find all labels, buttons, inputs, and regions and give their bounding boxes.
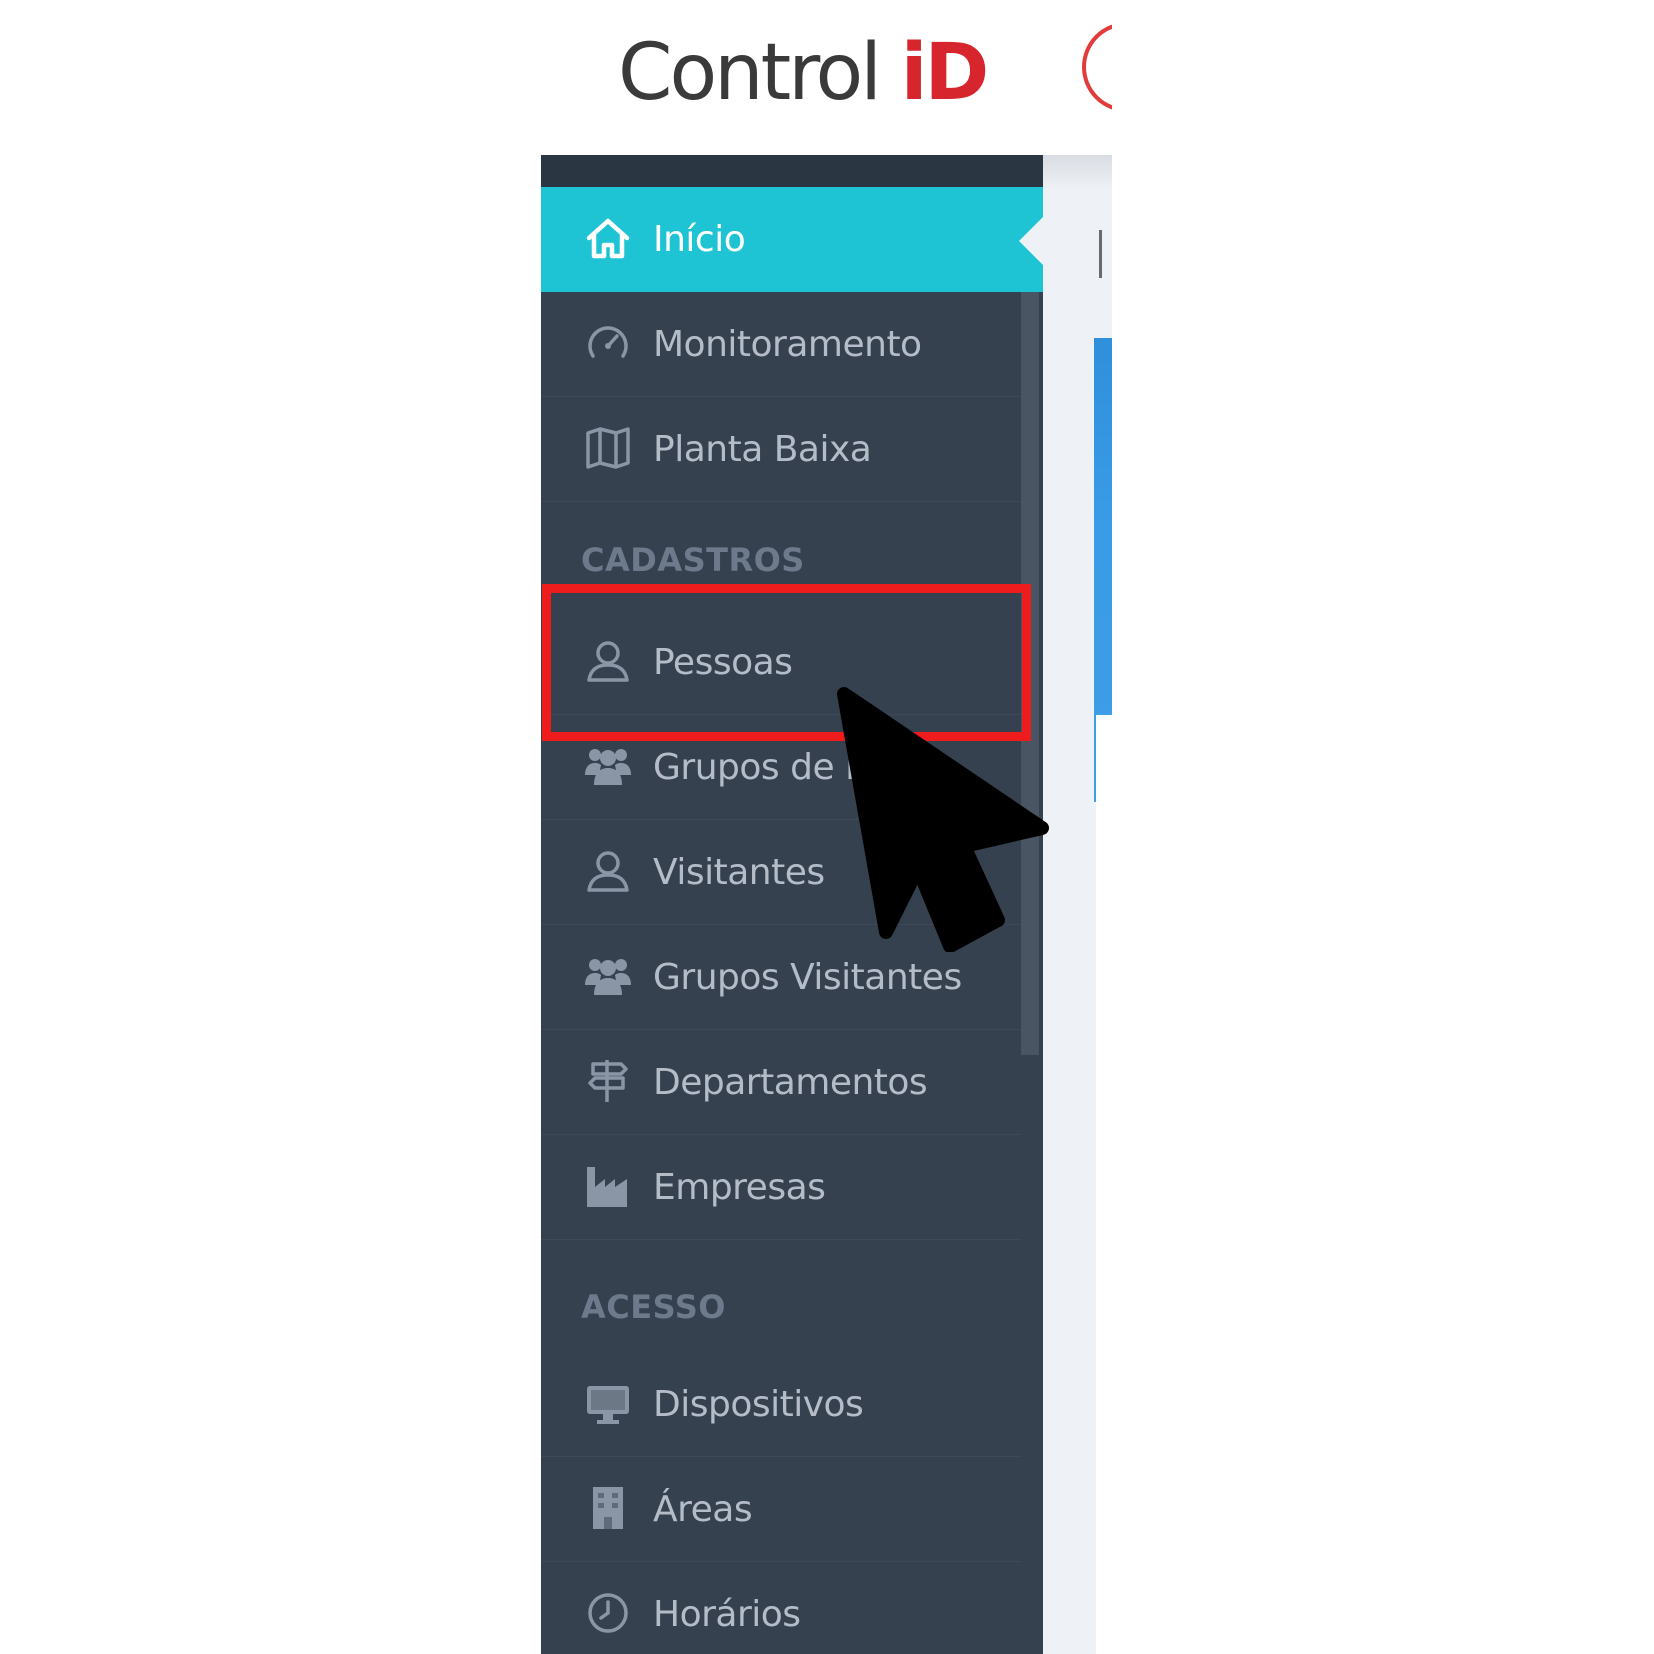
sidebar-item-areas[interactable]: Áreas: [541, 1457, 1021, 1562]
users-group-icon: [583, 951, 633, 1001]
sidebar-item-horarios[interactable]: Horários: [541, 1562, 1021, 1654]
sidebar-item-empresas[interactable]: Empresas: [541, 1135, 1021, 1240]
sidebar-item-label: Empresas: [653, 1167, 826, 1208]
user-icon: [583, 846, 633, 896]
sidebar-top-bar: [541, 155, 1043, 187]
sidebar-item-departamentos[interactable]: Departamentos: [541, 1030, 1021, 1135]
map-icon: [583, 423, 633, 473]
sidebar-item-label: Horários: [653, 1594, 801, 1635]
clock-icon: [583, 1588, 633, 1638]
sidebar-item-label: Áreas: [653, 1489, 753, 1530]
monitor-icon: [583, 1378, 633, 1428]
app-screen: Control iD Início Monitoramento Planta B…: [0, 0, 1654, 1654]
logo-accent: iD: [900, 28, 990, 118]
home-icon: [583, 213, 633, 263]
brand-logo[interactable]: Control iD: [618, 18, 990, 128]
mouse-pointer-icon: [830, 682, 1060, 952]
sidebar-item-label: Dispositivos: [653, 1384, 864, 1425]
sidebar-item-label: Visitantes: [653, 852, 825, 893]
dashboard-gauge-icon: [583, 318, 633, 368]
sidebar-item-label: Monitoramento: [653, 324, 922, 365]
section-heading-acesso: ACESSO: [581, 1288, 726, 1326]
signpost-icon: [583, 1056, 633, 1106]
cropped-area: [1112, 0, 1654, 1654]
content-white-panel: [1096, 715, 1112, 1654]
section-heading-cadastros: CADASTROS: [581, 541, 805, 579]
sidebar-item-planta-baixa[interactable]: Planta Baixa: [541, 397, 1021, 502]
factory-icon: [583, 1161, 633, 1211]
users-group-icon: [583, 741, 633, 791]
sidebar-item-inicio[interactable]: Início: [541, 187, 1043, 292]
sidebar-item-label: Departamentos: [653, 1062, 928, 1103]
text-caret: [1099, 230, 1102, 278]
sidebar-item-label: Início: [653, 219, 746, 260]
logo-text: Control: [618, 28, 882, 118]
content-top-bar: [1043, 155, 1112, 190]
building-icon: [583, 1483, 633, 1533]
sidebar-item-label: Planta Baixa: [653, 429, 872, 470]
sidebar-item-monitoramento[interactable]: Monitoramento: [541, 292, 1021, 397]
active-indicator: [1019, 217, 1043, 265]
sidebar-item-dispositivos[interactable]: Dispositivos: [541, 1352, 1021, 1457]
